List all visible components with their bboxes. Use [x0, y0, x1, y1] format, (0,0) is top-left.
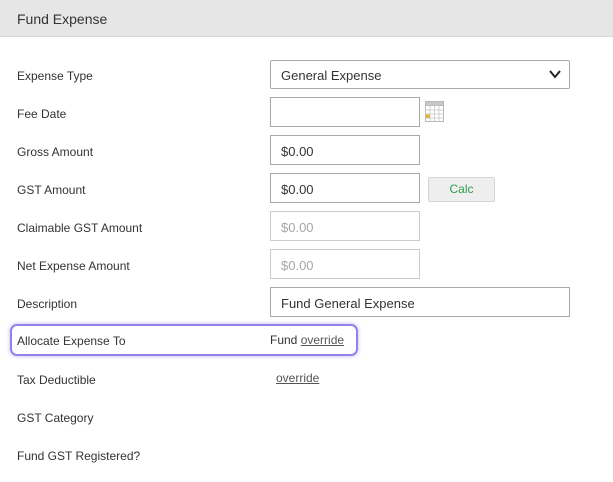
- gst-category-row: GST Category: [0, 401, 613, 435]
- description-input[interactable]: Fund General Expense: [270, 287, 570, 317]
- tax-deductible-label: Tax Deductible: [17, 373, 96, 387]
- description-value: Fund General Expense: [281, 296, 415, 311]
- tax-deductible-override-link[interactable]: override: [276, 371, 319, 385]
- fund-gst-registered-label: Fund GST Registered?: [17, 449, 141, 463]
- net-expense-amount-value: $0.00: [281, 258, 314, 273]
- gst-amount-value: $0.00: [281, 182, 314, 197]
- expense-type-row: Expense Type General Expense: [0, 60, 613, 94]
- gst-amount-input[interactable]: $0.00: [270, 173, 420, 203]
- claimable-gst-amount-value: $0.00: [281, 220, 314, 235]
- expense-type-select[interactable]: General Expense: [270, 60, 570, 89]
- allocate-expense-to-value-wrap: Fund override: [270, 333, 344, 347]
- gross-amount-row: Gross Amount $0.00: [0, 135, 613, 169]
- fee-date-row: Fee Date: [0, 97, 613, 131]
- calc-button[interactable]: Calc: [428, 177, 495, 202]
- description-label: Description: [17, 297, 78, 311]
- gst-amount-label: GST Amount: [17, 183, 86, 197]
- gross-amount-label: Gross Amount: [17, 145, 94, 159]
- allocate-expense-to-label: Allocate Expense To: [17, 334, 126, 348]
- expense-type-value: General Expense: [281, 68, 382, 83]
- allocate-expense-to-row: Allocate Expense To Fund override: [0, 325, 613, 359]
- gross-amount-value: $0.00: [281, 144, 314, 159]
- net-expense-amount-label: Net Expense Amount: [17, 259, 130, 273]
- panel-title: Fund Expense: [17, 11, 108, 27]
- fee-date-input[interactable]: [270, 97, 420, 127]
- fund-gst-registered-row: Fund GST Registered?: [0, 439, 613, 473]
- tax-deductible-row: Tax Deductible override: [0, 363, 613, 397]
- claimable-gst-amount-row: Claimable GST Amount $0.00: [0, 211, 613, 245]
- calendar-icon[interactable]: [425, 101, 444, 122]
- chevron-down-icon: [549, 70, 561, 79]
- allocate-expense-to-value: Fund: [270, 333, 298, 347]
- claimable-gst-amount-label: Claimable GST Amount: [17, 221, 143, 235]
- expense-type-label: Expense Type: [17, 69, 93, 83]
- gst-amount-row: GST Amount $0.00 Calc: [0, 173, 613, 207]
- net-expense-amount-input: $0.00: [270, 249, 420, 279]
- gross-amount-input[interactable]: $0.00: [270, 135, 420, 165]
- claimable-gst-amount-input: $0.00: [270, 211, 420, 241]
- gst-category-label: GST Category: [17, 411, 94, 425]
- net-expense-amount-row: Net Expense Amount $0.00: [0, 249, 613, 283]
- fee-date-label: Fee Date: [17, 107, 67, 121]
- allocate-override-link[interactable]: override: [301, 333, 344, 347]
- panel-header: Fund Expense: [0, 0, 613, 37]
- description-row: Description Fund General Expense: [0, 287, 613, 321]
